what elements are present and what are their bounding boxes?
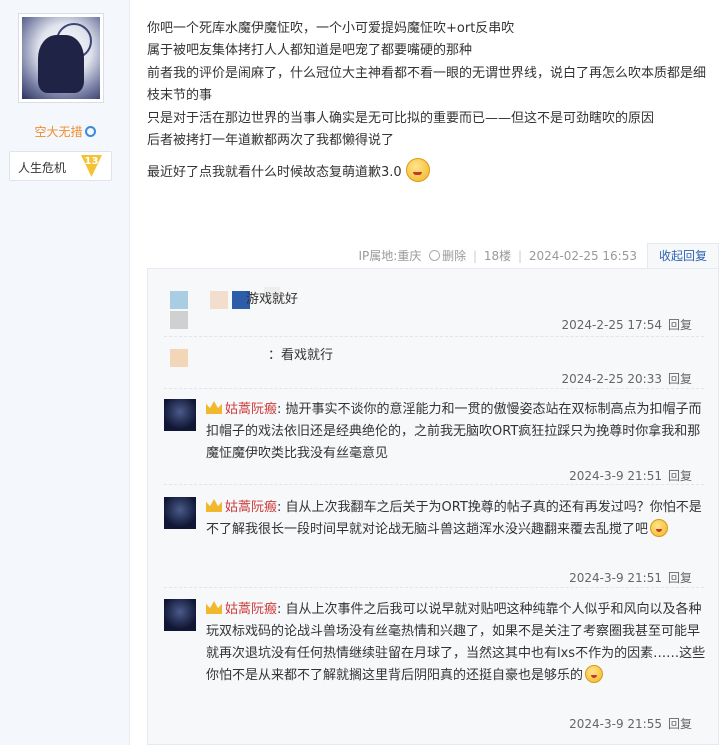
post-line: 只是对于活在那边世界的当事人确实是无可比拟的重要而已——但这不是可劲瞎吹的原因 xyxy=(147,110,655,126)
post-meta: IP属地:重庆 删除 | 18楼 | 2024-02-25 16:53 xyxy=(359,247,638,264)
divider xyxy=(164,388,704,389)
reply-meta: 2024-2-25 17:54 回复 xyxy=(561,316,692,333)
blurred-avatar xyxy=(170,311,188,329)
reply-list: 游戏就好 2024-2-25 17:54 回复 ：看戏就行 2024-2-25 2… xyxy=(147,268,719,745)
ip-location: IP属地:重庆 xyxy=(358,249,422,263)
blurred-username xyxy=(210,291,228,309)
delete-link[interactable]: 删除 xyxy=(442,249,466,263)
avatar-image xyxy=(22,17,100,99)
grimace-emoji-icon xyxy=(405,158,430,183)
reply-content: 姑蒿阮瘢: 抛开事实不谈你的意淫能力和一贯的傲慢姿态站在双标制高点为扣帽子而扣帽… xyxy=(206,399,708,465)
post-line-last: 最近好了点我就看什么时候故态复萌道歉3.0 xyxy=(147,158,712,184)
post-content: 你吧一个死库水魔伊魔怔吹，一个小可爱提妈魔怔吹+ort反串吹 属于被吧友集体拷打… xyxy=(147,18,712,185)
author-username[interactable]: 空大无措 xyxy=(0,123,130,140)
post-line: 你吧一个死库水魔伊魔怔吹，一个小可爱提妈魔怔吹+ort反串吹 xyxy=(147,21,515,36)
smile-emoji-icon xyxy=(650,519,669,537)
post-line: 属于被吧友集体拷打人人都知道是吧宠了都要嘴硬的那种 xyxy=(147,43,473,59)
reply-button[interactable]: 回复 xyxy=(668,717,692,731)
blurred-avatar xyxy=(170,291,188,309)
meta-separator: | xyxy=(473,249,478,263)
divider xyxy=(164,587,704,588)
reply-text: : 自从上次事件之后我可以说早就对贴吧这种纯靠个人似乎和风向以及各种玩双标戏码的… xyxy=(206,602,706,683)
reply-avatar[interactable] xyxy=(164,497,196,529)
reply-username[interactable]: 姑蒿阮瘢 xyxy=(225,402,277,417)
reply-text: ：看戏就行 xyxy=(268,348,334,363)
reply-time: 2024-3-9 21:55 xyxy=(569,717,662,731)
reply-time: 2024-2-25 17:54 xyxy=(561,318,662,332)
reply-content: 姑蒿阮瘢: 自从上次事件之后我可以说早就对贴吧这种纯靠个人似乎和风向以及各种玩双… xyxy=(206,599,708,687)
reply-meta: 2024-3-9 21:51 回复 xyxy=(569,569,692,586)
post-line: 后者被拷打一年道歉都两次了我都懒得说了 xyxy=(147,133,395,149)
author-avatar[interactable] xyxy=(18,13,104,103)
delete-icon[interactable] xyxy=(429,250,441,261)
vip-icon xyxy=(84,126,96,137)
post-line-text: 最近好了点我就看什么时候故态复萌道歉3.0 xyxy=(147,165,402,181)
level-badge[interactable]: 人生危机 13 xyxy=(9,151,112,181)
reply-username[interactable]: 姑蒿阮瘢 xyxy=(225,500,277,515)
author-username-text[interactable]: 空大无措 xyxy=(34,125,82,139)
reply-avatar[interactable] xyxy=(164,399,196,431)
reply-username[interactable]: 姑蒿阮瘢 xyxy=(225,602,277,617)
author-sidebar: 空大无措 人生危机 13 xyxy=(0,0,130,745)
reply-button[interactable]: 回复 xyxy=(668,469,692,483)
reply-button[interactable]: 回复 xyxy=(668,571,692,585)
reply-content: 姑蒿阮瘢: 自从上次我翻车之后关于为ORT挽尊的帖子真的还有再发过吗？你怕不是不… xyxy=(206,497,708,541)
reply-button[interactable]: 回复 xyxy=(668,318,692,332)
crown-icon xyxy=(206,601,222,614)
blurred-avatar xyxy=(170,349,188,367)
reply-text: : 自从上次我翻车之后关于为ORT挽尊的帖子真的还有再发过吗？你怕不是不了解我很… xyxy=(206,500,702,537)
crown-icon xyxy=(206,401,222,414)
level-number-icon: 13 xyxy=(81,155,102,177)
reply-time: 2024-2-25 20:33 xyxy=(561,372,662,386)
reply-avatar[interactable] xyxy=(164,599,196,631)
sweat-emoji-icon xyxy=(585,665,604,683)
reply-time: 2024-3-9 21:51 xyxy=(569,571,662,585)
floor-number: 18楼 xyxy=(483,249,512,263)
reply-text: : 抛开事实不谈你的意淫能力和一贯的傲慢姿态站在双标制高点为扣帽子而扣帽子的戏法… xyxy=(206,402,702,461)
reply-text: 游戏就好 xyxy=(246,292,299,307)
level-name: 人生危机 xyxy=(18,161,67,175)
reply-meta: 2024-3-9 21:55 回复 xyxy=(569,715,692,732)
reply-time: 2024-3-9 21:51 xyxy=(569,469,662,483)
meta-separator: | xyxy=(517,249,523,263)
divider xyxy=(164,484,704,485)
avatar-figure xyxy=(38,35,84,93)
reply-meta: 2024-2-25 20:33 回复 xyxy=(561,370,692,387)
crown-icon xyxy=(206,499,222,512)
divider xyxy=(164,336,704,337)
post-time: 2024-02-25 16:53 xyxy=(528,249,637,263)
collapse-reply-button[interactable]: 收起回复 xyxy=(647,243,719,269)
post-line: 前者我的评价是闹麻了，什么冠位大主神看都不看一眼的无谓世界线，说白了再怎么吹本质… xyxy=(147,65,707,104)
reply-meta: 2024-3-9 21:51 回复 xyxy=(569,467,692,484)
reply-button[interactable]: 回复 xyxy=(668,372,692,386)
